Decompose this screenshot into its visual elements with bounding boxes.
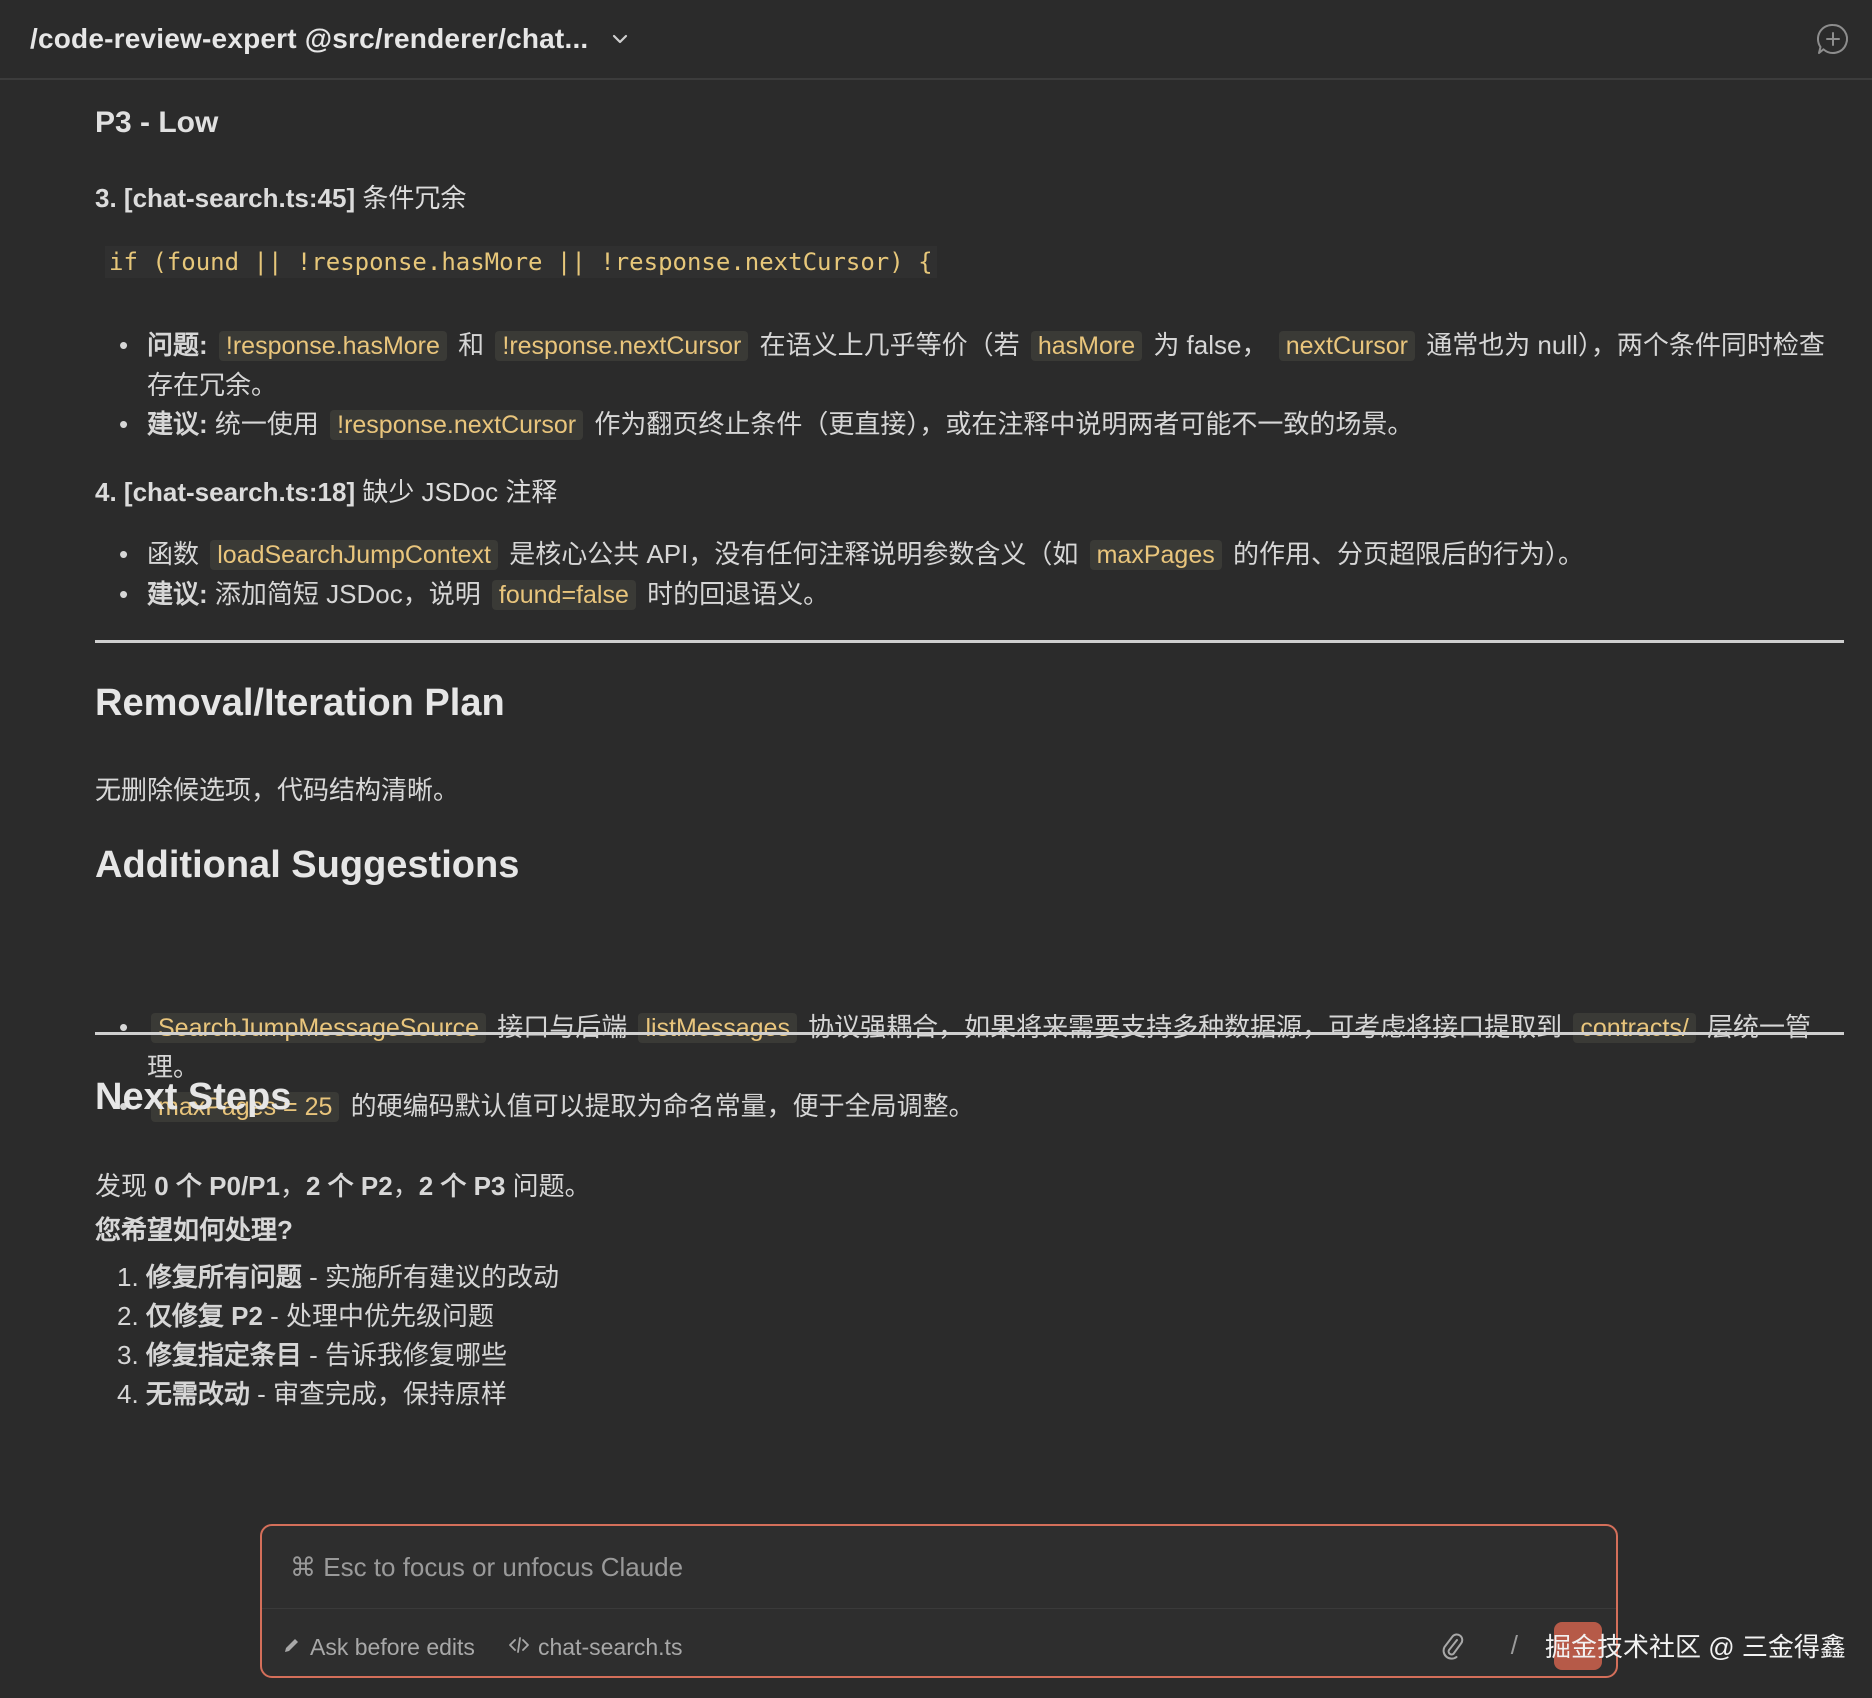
inline-code: contracts/ — [1573, 1013, 1696, 1043]
option-desc: - 处理中优先级问题 — [262, 1301, 495, 1331]
text: 添加简短 JSDoc，说明 — [207, 579, 488, 609]
text: 是核心公共 API，没有任何注释说明参数含义（如 — [502, 539, 1086, 569]
text: 时的回退语义。 — [639, 579, 830, 609]
inline-code: nextCursor — [1278, 331, 1415, 361]
chevron-down-icon[interactable] — [610, 28, 632, 50]
additional-heading: Additional Suggestions — [95, 844, 520, 886]
suggestion-label: 建议: — [147, 579, 208, 609]
paperclip-icon[interactable] — [1440, 1632, 1466, 1667]
list-item: SearchJumpMessageSource 接口与后端 listMessag… — [119, 1008, 1847, 1087]
divider — [95, 1032, 1844, 1035]
option-item: 4. 无需改动 - 审查完成，保持原样 — [117, 1375, 559, 1414]
inline-code: hasMore — [1030, 331, 1143, 361]
list-item: 建议: 添加简短 JSDoc，说明 found=false 时的回退语义。 — [119, 575, 1847, 615]
question: 您希望如何处理? — [95, 1210, 293, 1247]
item-4-location: 4. [chat-search.ts:18] — [95, 477, 356, 507]
mode-button[interactable]: Ask before edits — [282, 1634, 475, 1661]
file-context-button[interactable]: chat-search.ts — [508, 1634, 682, 1661]
pencil-icon — [282, 1634, 310, 1661]
divider — [95, 640, 1844, 643]
count: 2 个 P2 — [306, 1171, 393, 1201]
suggestion-label: 建议: — [147, 409, 208, 439]
inline-code: maxPages — [1089, 540, 1222, 570]
question-text: 您希望如何处理? — [95, 1215, 293, 1245]
text: 的硬编码默认值可以提取为命名常量，便于全局调整。 — [343, 1091, 975, 1121]
list-item: 问题: !response.hasMore 和 !response.nextCu… — [119, 326, 1847, 405]
slash-command-button[interactable]: / — [1511, 1630, 1518, 1661]
file-label: chat-search.ts — [538, 1634, 683, 1660]
text: ， — [279, 1171, 306, 1201]
text: 在语义上几乎等价（若 — [752, 330, 1027, 360]
new-chat-icon[interactable] — [1816, 22, 1850, 56]
removal-heading: Removal/Iteration Plan — [95, 682, 505, 724]
next-steps-heading: Next Steps — [95, 1076, 292, 1118]
option-title: 仅修复 P2 — [145, 1301, 263, 1331]
priority-heading: P3 - Low — [95, 106, 219, 139]
session-title[interactable]: /code-review-expert @src/renderer/chat..… — [30, 23, 588, 55]
list-item: 函数 loadSearchJumpContext 是核心公共 API，没有任何注… — [119, 535, 1847, 575]
text: ， — [392, 1171, 419, 1201]
inline-code: !response.hasMore — [218, 331, 447, 361]
inline-code: !response.nextCursor — [330, 410, 584, 440]
inline-code: SearchJumpMessageSource — [151, 1013, 486, 1043]
option-title: 无需改动 — [145, 1379, 250, 1409]
item-4-bullets: 函数 loadSearchJumpContext 是核心公共 API，没有任何注… — [95, 535, 1847, 615]
option-title: 修复指定条目 — [145, 1340, 302, 1370]
list-item: 建议: 统一使用 !response.nextCursor 作为翻页终止条件（更… — [119, 405, 1847, 445]
option-number: 2. — [117, 1301, 146, 1331]
text: 和 — [450, 330, 492, 360]
text: 为 false， — [1146, 330, 1275, 360]
chat-input[interactable]: ⌘ Esc to focus or unfocus Claude — [290, 1552, 683, 1583]
code-snippet: if (found || !response.hasMore || !respo… — [105, 246, 937, 278]
option-item: 1. 修复所有问题 - 实施所有建议的改动 — [117, 1258, 559, 1297]
item-3-title: 3. [chat-search.ts:45] 条件冗余 — [95, 178, 466, 215]
item-3-summary: 条件冗余 — [355, 183, 467, 213]
inline-code: found=false — [491, 580, 636, 610]
chat-input-box[interactable]: ⌘ Esc to focus or unfocus Claude Ask bef… — [260, 1524, 1618, 1678]
option-number: 3. — [117, 1340, 146, 1370]
mode-label: Ask before edits — [310, 1634, 475, 1660]
option-number: 1. — [117, 1262, 146, 1292]
option-item: 2. 仅修复 P2 - 处理中优先级问题 — [117, 1297, 559, 1336]
option-title: 修复所有问题 — [145, 1262, 302, 1292]
watermark: 掘金技术社区 @ 三金得鑫 — [1545, 1632, 1846, 1662]
inline-code: listMessages — [638, 1013, 797, 1043]
option-number: 4. — [117, 1379, 146, 1409]
item-3-location: 3. [chat-search.ts:45] — [95, 183, 356, 213]
option-desc: - 实施所有建议的改动 — [301, 1262, 560, 1292]
inline-code: !response.nextCursor — [495, 331, 749, 361]
additional-bullets: SearchJumpMessageSource 接口与后端 listMessag… — [95, 1008, 1847, 1127]
option-desc: - 审查完成，保持原样 — [249, 1379, 508, 1409]
item-4-summary: 缺少 JSDoc 注释 — [355, 477, 558, 507]
text: 作为翻页终止条件（更直接），或在注释中说明两者可能不一致的场景。 — [587, 409, 1414, 439]
text: 接口与后端 — [490, 1012, 635, 1042]
item-3-bullets: 问题: !response.hasMore 和 !response.nextCu… — [95, 326, 1847, 445]
header-bar: /code-review-expert @src/renderer/chat..… — [0, 0, 1872, 80]
inline-code: loadSearchJumpContext — [210, 540, 499, 570]
text: 问题。 — [505, 1171, 591, 1201]
issue-label: 问题: — [147, 330, 208, 360]
text — [208, 330, 215, 360]
removal-text: 无删除候选项，代码结构清晰。 — [95, 775, 460, 805]
text: 的作用、分页超限后的行为）。 — [1225, 539, 1584, 569]
list-item: maxPages = 25 的硬编码默认值可以提取为命名常量，便于全局调整。 — [119, 1087, 1847, 1127]
option-item: 3. 修复指定条目 - 告诉我修复哪些 — [117, 1336, 559, 1375]
issue-summary: 发现 0 个 P0/P1，2 个 P2，2 个 P3 问题。 — [95, 1166, 591, 1203]
text: 发现 — [95, 1171, 155, 1201]
text: 协议强耦合，如果将来需要支持多种数据源，可考虑将接口提取到 — [800, 1012, 1570, 1042]
divider — [262, 1608, 1616, 1609]
text: 统一使用 — [207, 409, 327, 439]
text: 函数 — [147, 539, 207, 569]
options-list: 1. 修复所有问题 - 实施所有建议的改动 2. 仅修复 P2 - 处理中优先级… — [95, 1258, 559, 1414]
item-4-title: 4. [chat-search.ts:18] 缺少 JSDoc 注释 — [95, 472, 557, 509]
code-icon — [508, 1634, 538, 1661]
count: 2 个 P3 — [418, 1171, 506, 1201]
count: 0 个 P0/P1 — [154, 1171, 280, 1201]
option-desc: - 告诉我修复哪些 — [301, 1340, 508, 1370]
